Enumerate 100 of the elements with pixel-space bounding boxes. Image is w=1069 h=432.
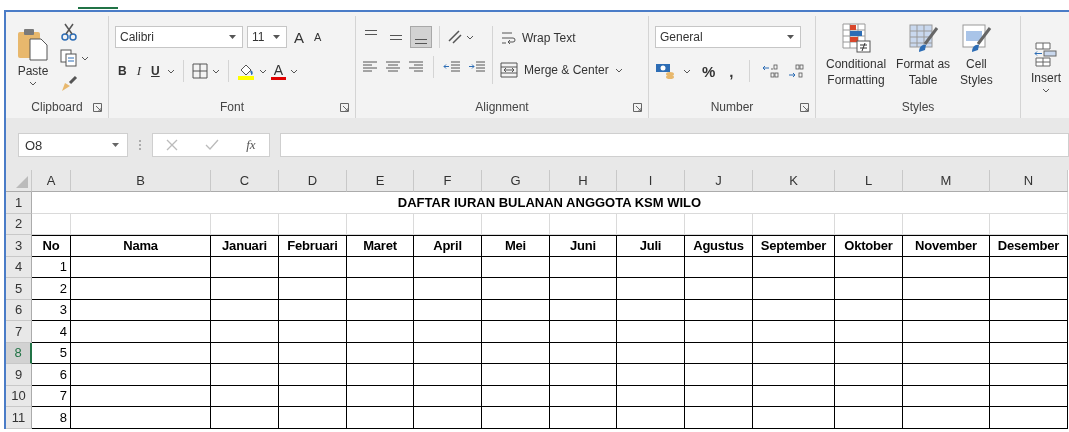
table-cell bbox=[550, 256, 617, 278]
dialog-launcher-icon[interactable] bbox=[800, 103, 809, 112]
column-header[interactable]: C bbox=[211, 170, 279, 192]
column-header[interactable]: H bbox=[550, 170, 617, 192]
scissors-icon[interactable] bbox=[60, 23, 78, 41]
caret-icon[interactable] bbox=[211, 68, 220, 74]
row-header[interactable]: 3 bbox=[6, 235, 32, 257]
copy-icon[interactable] bbox=[60, 49, 78, 67]
table-cell bbox=[211, 342, 279, 364]
merge-center-button[interactable]: Merge & Center bbox=[497, 58, 626, 82]
caret-icon bbox=[29, 80, 37, 86]
column-heading: November bbox=[903, 235, 990, 257]
merge-cells-icon bbox=[500, 62, 518, 78]
column-header[interactable]: G bbox=[482, 170, 550, 192]
row-header[interactable]: 4 bbox=[6, 256, 32, 278]
column-header[interactable]: B bbox=[71, 170, 211, 192]
formula-input[interactable] bbox=[280, 133, 1069, 157]
table-cell bbox=[685, 407, 753, 429]
group-label: Font bbox=[220, 100, 244, 114]
decrease-indent-icon[interactable] bbox=[443, 61, 461, 73]
shrink-font-button[interactable]: A bbox=[311, 27, 325, 47]
caret-icon[interactable] bbox=[166, 68, 175, 74]
row-header[interactable]: 10 bbox=[6, 385, 32, 407]
fill-bucket-icon[interactable] bbox=[236, 62, 255, 80]
row-header[interactable]: 6 bbox=[6, 299, 32, 321]
table-cell bbox=[482, 278, 550, 300]
table-cell bbox=[550, 385, 617, 407]
row-header[interactable]: 7 bbox=[6, 321, 32, 343]
table-cell bbox=[617, 364, 685, 386]
cell-styles-button[interactable]: Cell Styles bbox=[956, 20, 997, 90]
decrease-decimal-icon[interactable] bbox=[787, 63, 806, 79]
caret-icon[interactable] bbox=[258, 68, 267, 74]
table-cell bbox=[617, 321, 685, 343]
group-label: Number bbox=[710, 100, 754, 114]
table-cell bbox=[414, 407, 482, 429]
comma-button[interactable]: , bbox=[726, 61, 737, 81]
column-header[interactable]: F bbox=[414, 170, 482, 192]
dropdown-arrow-icon bbox=[112, 143, 119, 147]
row-header[interactable]: 11 bbox=[6, 407, 32, 429]
table-cell bbox=[835, 256, 903, 278]
orientation-icon[interactable] bbox=[447, 29, 463, 45]
bottom-align-button[interactable] bbox=[410, 26, 432, 48]
paintbrush-icon[interactable] bbox=[60, 75, 78, 93]
table-cell: 6 bbox=[32, 364, 71, 386]
insert-button[interactable]: Insert bbox=[1027, 39, 1065, 95]
column-header[interactable]: K bbox=[753, 170, 835, 192]
table-cell bbox=[414, 278, 482, 300]
caret-icon[interactable] bbox=[81, 55, 89, 61]
name-box[interactable]: O8 bbox=[18, 133, 128, 157]
dialog-launcher-icon[interactable] bbox=[633, 103, 642, 112]
table-cell bbox=[835, 364, 903, 386]
column-header[interactable]: M bbox=[903, 170, 990, 192]
column-header[interactable]: N bbox=[990, 170, 1068, 192]
increase-decimal-icon[interactable] bbox=[761, 63, 780, 79]
bold-button[interactable]: B bbox=[115, 61, 130, 81]
column-header[interactable]: A bbox=[32, 170, 71, 192]
font-size-dropdown[interactable]: 11 bbox=[247, 26, 287, 48]
table-cell bbox=[414, 321, 482, 343]
italic-button[interactable]: I bbox=[133, 61, 144, 81]
row-header[interactable]: 8 bbox=[6, 342, 32, 364]
clipboard-icon bbox=[16, 26, 50, 61]
currency-icon[interactable] bbox=[655, 63, 675, 79]
dialog-launcher-icon[interactable] bbox=[93, 103, 102, 112]
table-cell bbox=[482, 407, 550, 429]
column-header[interactable]: E bbox=[347, 170, 414, 192]
percent-button[interactable]: % bbox=[699, 61, 719, 81]
underline-button[interactable]: U bbox=[148, 61, 163, 81]
row-header[interactable]: 2 bbox=[6, 213, 32, 235]
paste-button[interactable]: Paste bbox=[12, 24, 54, 88]
column-header[interactable]: I bbox=[617, 170, 685, 192]
row-header[interactable]: 1 bbox=[6, 192, 32, 214]
column-header[interactable]: D bbox=[279, 170, 347, 192]
table-cell bbox=[482, 299, 550, 321]
caret-icon[interactable] bbox=[290, 68, 299, 74]
table-cell bbox=[347, 364, 414, 386]
wrap-text-button[interactable]: Wrap Text bbox=[497, 26, 626, 50]
table-cell bbox=[211, 364, 279, 386]
table-cell: 5 bbox=[32, 342, 71, 364]
font-color-button[interactable]: A bbox=[270, 62, 287, 80]
font-name-dropdown[interactable]: Calibri bbox=[115, 26, 243, 48]
caret-icon bbox=[614, 67, 623, 73]
table-cell bbox=[211, 213, 279, 235]
number-format-dropdown[interactable]: General bbox=[655, 26, 801, 48]
column-header[interactable]: L bbox=[835, 170, 903, 192]
caret-icon[interactable] bbox=[466, 34, 474, 40]
conditional-formatting-button[interactable]: Conditional Formatting bbox=[822, 20, 891, 90]
borders-icon[interactable] bbox=[191, 63, 208, 79]
table-cell bbox=[347, 256, 414, 278]
enter-check-icon[interactable] bbox=[205, 139, 220, 151]
insert-function-button[interactable]: fx bbox=[246, 137, 256, 153]
dialog-launcher-icon[interactable] bbox=[340, 103, 349, 112]
caret-icon[interactable] bbox=[683, 68, 691, 74]
table-cell bbox=[482, 342, 550, 364]
row-header[interactable]: 9 bbox=[6, 364, 32, 386]
grow-font-button[interactable]: A bbox=[291, 27, 307, 47]
column-header[interactable]: J bbox=[685, 170, 753, 192]
increase-indent-icon[interactable] bbox=[468, 61, 486, 73]
format-as-table-button[interactable]: Format as Table bbox=[892, 20, 955, 90]
table-brush-icon bbox=[907, 22, 940, 54]
row-header[interactable]: 5 bbox=[6, 278, 32, 300]
